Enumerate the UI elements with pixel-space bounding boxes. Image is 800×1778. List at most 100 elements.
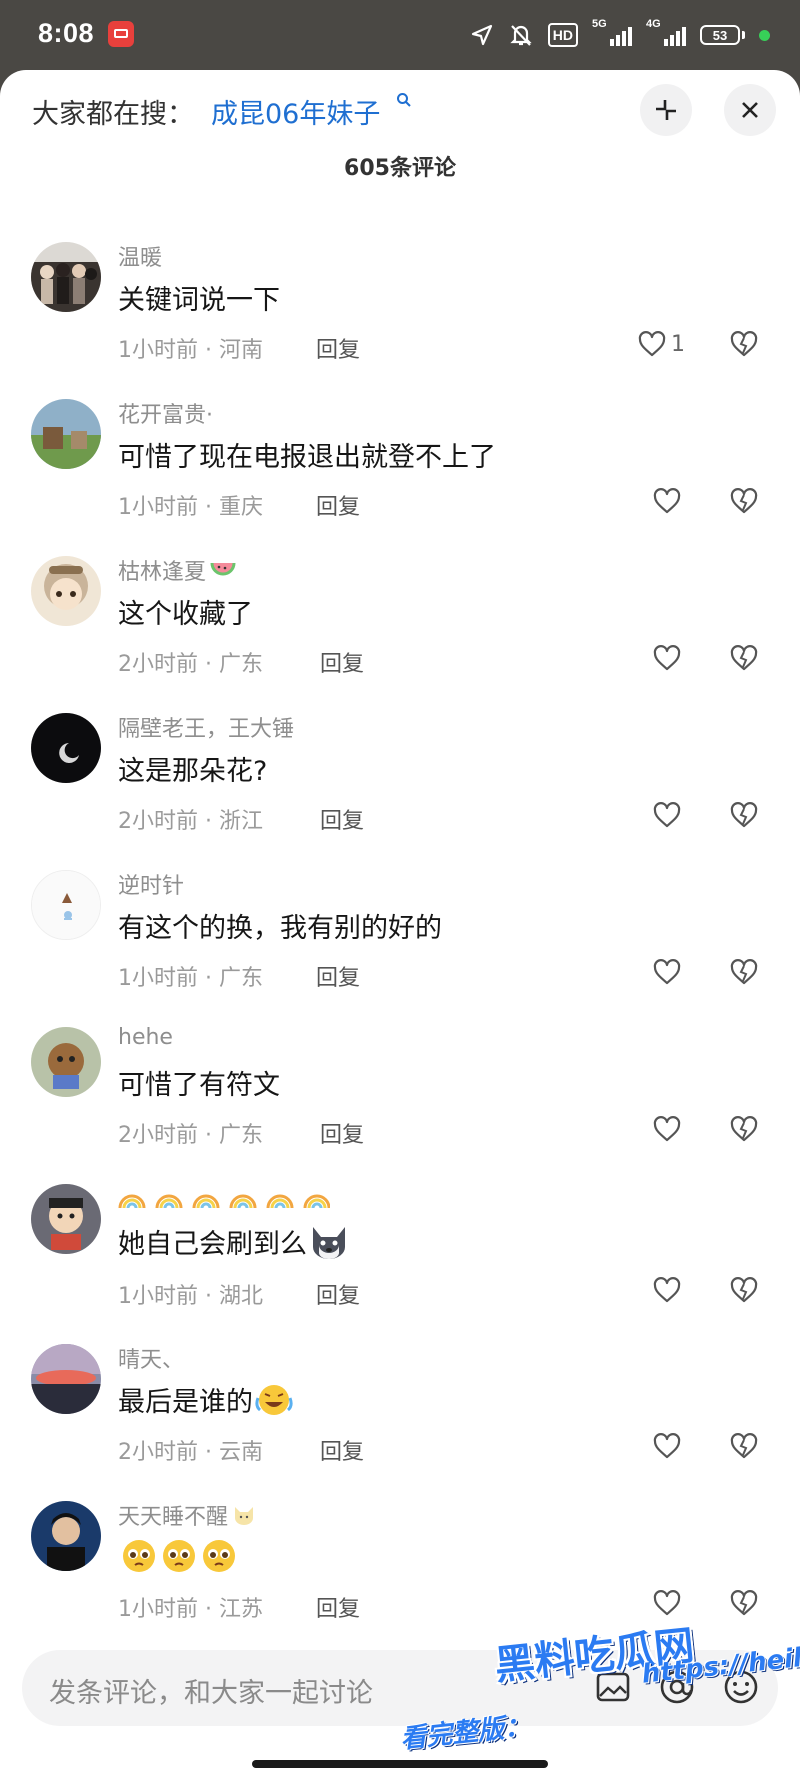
reply-button[interactable]: 回复: [320, 1117, 364, 1149]
comment-location: 河南: [218, 338, 263, 363]
dislike-button[interactable]: [729, 1432, 759, 1464]
comment-list[interactable]: 温暖 关键词说一下 1小时前 · 河南 回复 1 花开富贵· 可惜了现在电报退出…: [0, 236, 800, 1652]
dislike-button[interactable]: [729, 330, 759, 362]
comment-location: 广东: [218, 1123, 263, 1148]
meta-separator: ·: [198, 809, 219, 834]
comment-meta: 1小时前 · 河南: [118, 332, 263, 364]
reply-button[interactable]: 回复: [320, 646, 364, 678]
privacy-indicator-dot: [759, 29, 770, 41]
comment-time: 2小时前: [118, 652, 198, 677]
comment-item: 枯林逢夏 这个收藏了 2小时前 · 广东 回复: [0, 550, 800, 707]
like-button[interactable]: [652, 1432, 682, 1460]
rainbow-emoji-row-icon: [118, 1194, 330, 1209]
like-button[interactable]: [652, 644, 682, 672]
like-button[interactable]: [652, 487, 682, 515]
broken-heart-icon: [730, 959, 758, 985]
like-button[interactable]: [652, 1589, 682, 1617]
avatar[interactable]: [31, 242, 101, 312]
dislike-button[interactable]: [729, 1276, 759, 1308]
broken-heart-icon: [730, 1277, 758, 1303]
avatar[interactable]: [31, 1501, 101, 1571]
avatar[interactable]: [31, 713, 101, 783]
status-icons: HD 5G 4G 53: [470, 18, 770, 52]
avatar[interactable]: [31, 1027, 101, 1097]
like-button[interactable]: [652, 1276, 682, 1304]
dislike-button[interactable]: [729, 644, 759, 676]
comment-username[interactable]: hehe: [118, 1025, 173, 1050]
like-button[interactable]: [652, 801, 682, 829]
navigation-arrow-icon: [471, 24, 492, 46]
comment-username[interactable]: 晴天、: [118, 1342, 184, 1374]
search-suggestion-prefix: 大家都在搜：: [32, 99, 194, 130]
comment-item: 她自己会刷到么 1小时前 · 湖北 回复: [0, 1178, 800, 1338]
search-suggestion-link[interactable]: 成昆06年妹子: [211, 92, 380, 131]
dislike-button[interactable]: [729, 1589, 759, 1621]
comment-location: 重庆: [218, 495, 263, 520]
reply-button[interactable]: 回复: [316, 1278, 360, 1310]
username-text: 天天睡不醒: [118, 1505, 229, 1530]
comment-meta: 1小时前 · 广东: [118, 960, 263, 992]
comment-time: 2小时前: [118, 1123, 198, 1148]
comment-username[interactable]: 温暖: [118, 240, 162, 272]
like-count: 1: [671, 331, 685, 357]
reply-button[interactable]: 回复: [316, 332, 360, 364]
battery-level: 53: [700, 25, 740, 45]
comment-time: 1小时前: [118, 1597, 198, 1622]
comment-item: 隔壁老王，王大锤 这是那朵花? 2小时前 · 浙江 回复: [0, 707, 800, 864]
reply-button[interactable]: 回复: [316, 960, 360, 992]
comment-text: 可惜了有符文: [118, 1070, 280, 1101]
comment-username[interactable]: 逆时针: [118, 868, 184, 900]
dislike-button[interactable]: [729, 1115, 759, 1147]
status-time: 8:08: [38, 18, 95, 48]
avatar[interactable]: [31, 399, 101, 469]
reply-button[interactable]: 回复: [320, 803, 364, 835]
broken-heart-icon: [730, 802, 758, 828]
comment-location: 广东: [218, 652, 263, 677]
close-button[interactable]: [724, 84, 776, 136]
home-indicator[interactable]: [252, 1760, 548, 1768]
heart-outline-icon: [653, 959, 681, 985]
comment-username[interactable]: 天天睡不醒: [118, 1499, 256, 1531]
collapse-button[interactable]: [640, 84, 692, 136]
comment-sheet: 大家都在搜： 成昆06年妹子 605条评论 温暖 关键词说一下 1小时前 · 河…: [0, 70, 800, 1778]
broken-heart-icon: [730, 645, 758, 671]
meta-separator: ·: [198, 338, 219, 363]
dislike-button[interactable]: [729, 487, 759, 519]
meta-separator: ·: [198, 1123, 219, 1148]
reply-button[interactable]: 回复: [320, 1434, 364, 1466]
meta-separator: ·: [198, 652, 219, 677]
comment-item: 温暖 关键词说一下 1小时前 · 河南 回复 1: [0, 236, 800, 393]
heart-outline-icon: [653, 488, 681, 514]
comment-item: 花开富贵· 可惜了现在电报退出就登不上了 1小时前 · 重庆 回复: [0, 393, 800, 550]
comment-username[interactable]: 花开富贵·: [118, 397, 213, 429]
dislike-button[interactable]: [729, 958, 759, 990]
collapse-icon: [656, 100, 676, 120]
comment-time: 1小时前: [118, 495, 198, 520]
reply-button[interactable]: 回复: [316, 1591, 360, 1623]
comment-username[interactable]: 枯林逢夏: [118, 554, 236, 586]
comment-username[interactable]: 隔壁老王，王大锤: [118, 711, 294, 743]
signal-5g-icon: 5G: [592, 18, 632, 46]
avatar[interactable]: [31, 1184, 101, 1254]
comment-username[interactable]: [118, 1182, 330, 1212]
dislike-button[interactable]: [729, 801, 759, 833]
watermelon-emoji-icon: [210, 562, 236, 576]
comment-count: 605条评论: [344, 156, 456, 181]
comment-text: 她自己会刷到么: [118, 1222, 349, 1261]
heart-outline-icon: [653, 1116, 681, 1142]
hd-badge: HD: [547, 23, 578, 47]
avatar[interactable]: [31, 1344, 101, 1414]
like-button[interactable]: [652, 1115, 682, 1143]
comment-item: hehe 可惜了有符文 2小时前 · 广东 回复: [0, 1021, 800, 1178]
avatar[interactable]: [31, 556, 101, 626]
reply-button[interactable]: 回复: [316, 489, 360, 521]
avatar[interactable]: [31, 870, 101, 940]
heart-outline-icon: [638, 331, 666, 357]
status-bar: 8:08 HD 5G 4G 53: [0, 0, 800, 72]
comment-location: 湖北: [218, 1284, 263, 1309]
comment-time: 2小时前: [118, 1440, 198, 1465]
like-button[interactable]: [652, 958, 682, 986]
like-button[interactable]: 1: [637, 330, 685, 358]
broken-heart-icon: [730, 1433, 758, 1459]
heart-outline-icon: [653, 1277, 681, 1303]
